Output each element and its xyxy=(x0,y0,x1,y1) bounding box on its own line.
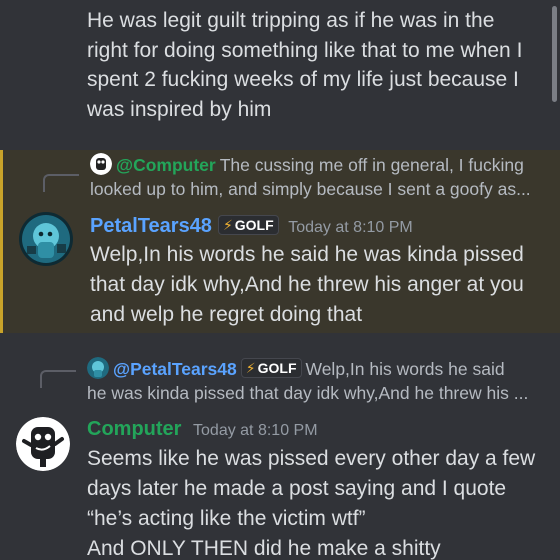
username-computer[interactable]: Computer xyxy=(87,418,181,440)
username-petaltears[interactable]: PetalTears48 xyxy=(90,215,212,237)
message-petaltears[interactable]: @Computer The cussing me off in general, … xyxy=(0,150,560,333)
message-text: He was legit guilt tripping as if he was… xyxy=(87,9,523,121)
message-continuation: He was legit guilt tripping as if he was… xyxy=(87,6,540,124)
computer-mini-avatar-icon xyxy=(90,153,112,175)
lightning-bolt-icon: ⚡ xyxy=(245,360,256,376)
computer-avatar-icon[interactable] xyxy=(16,417,70,471)
timestamp: Today at 8:10 PM xyxy=(288,219,413,236)
message-body-text: Seems like he was pissed every other day… xyxy=(87,447,536,530)
petaltears-avatar-icon[interactable] xyxy=(19,212,73,266)
scrollbar[interactable] xyxy=(552,6,557,102)
message-body: Seems like he was pissed every other day… xyxy=(87,444,546,560)
message-body: Welp,In his words he said he was kinda p… xyxy=(90,243,524,326)
chat-view: He was legit guilt tripping as if he was… xyxy=(0,0,560,560)
reply-text-line2: he was kinda pissed that day idk why,And… xyxy=(87,383,529,403)
message-header: PetalTears48 ⚡ GOLF Today at 8:10 PM xyxy=(90,213,413,241)
reply-preview[interactable]: @PetalTears48 ⚡ GOLF Welp,In his words he s… xyxy=(87,357,546,405)
reply-preview[interactable]: @Computer The cussing me off in general, … xyxy=(90,153,549,201)
reply-mention[interactable]: @Computer xyxy=(116,155,216,175)
reply-connector xyxy=(40,370,76,388)
reply-text-line2: looked up to him, and simply because I s… xyxy=(90,179,531,199)
petaltears-mini-avatar-icon xyxy=(87,357,109,379)
message-body-cut: And ONLY THEN did he make a shitty xyxy=(87,537,441,560)
timestamp: Today at 8:10 PM xyxy=(193,422,318,439)
reply-connector xyxy=(43,174,79,192)
message-computer[interactable]: @PetalTears48 ⚡ GOLF Welp,In his words he s… xyxy=(0,346,560,560)
reply-mention[interactable]: @PetalTears48 xyxy=(113,359,237,379)
message-header: Computer Today at 8:10 PM xyxy=(87,416,318,444)
clan-tag[interactable]: ⚡ GOLF xyxy=(217,215,279,235)
clan-tag[interactable]: ⚡ GOLF xyxy=(240,358,302,378)
lightning-bolt-icon: ⚡ xyxy=(222,217,233,233)
reply-text-line1: The cussing me off in general, I fucking xyxy=(219,155,524,175)
reply-text-line1: Welp,In his words he said xyxy=(305,359,505,379)
